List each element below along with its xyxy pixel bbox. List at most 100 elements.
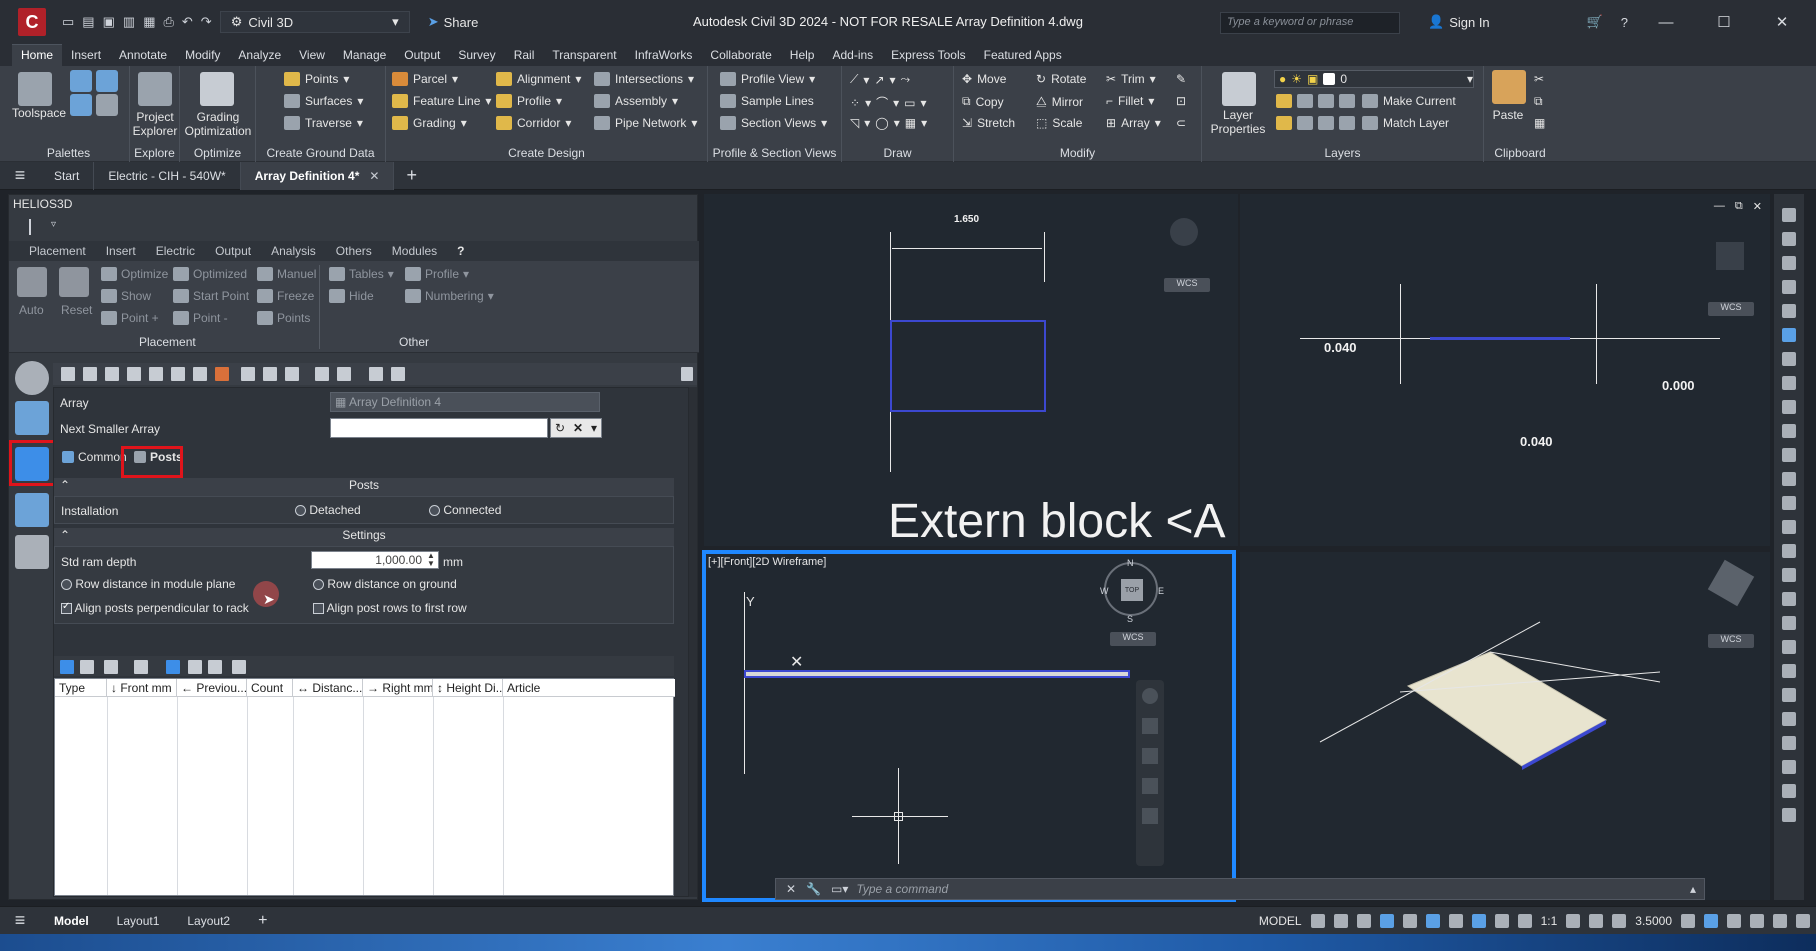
- project-explorer-label[interactable]: Project Explorer: [130, 110, 180, 138]
- mirror-button[interactable]: ⧋ Mirror: [1036, 94, 1083, 109]
- row-distance-module-option[interactable]: Row distance in module plane: [61, 577, 235, 591]
- points-button[interactable]: Points ▾: [284, 72, 349, 86]
- auto-label[interactable]: Auto: [19, 303, 44, 317]
- hamburger-menu-icon[interactable]: ≡: [0, 165, 40, 186]
- optimize-button[interactable]: Optimize: [101, 267, 168, 281]
- tool-icon[interactable]: [1782, 328, 1796, 342]
- tool-icon[interactable]: [1782, 208, 1796, 222]
- move-button[interactable]: ✥ Move: [962, 72, 1006, 86]
- column-article[interactable]: Article: [503, 679, 675, 697]
- start-point-button[interactable]: Start Point: [173, 289, 249, 303]
- open-doc-icon[interactable]: [83, 367, 97, 381]
- database-alt-icon[interactable]: [391, 367, 405, 381]
- palette-tab-others[interactable]: Others: [326, 244, 382, 258]
- point-plus-button[interactable]: Point +: [101, 311, 159, 325]
- tool-icon[interactable]: [1782, 256, 1796, 270]
- layer-dropdown[interactable]: ● ☀ ▣ 0 ▾: [1274, 70, 1474, 88]
- tab-add-ins[interactable]: Add-ins: [823, 45, 882, 66]
- customization-icon[interactable]: [1796, 914, 1810, 928]
- column-front-mm[interactable]: ↓ Front mm: [107, 679, 177, 697]
- match-properties-tool[interactable]: ▦: [1534, 116, 1545, 130]
- tool-icon[interactable]: [1782, 568, 1796, 582]
- tab-start[interactable]: Start: [40, 161, 95, 190]
- viewport-bottom-right[interactable]: WCS: [1240, 552, 1770, 900]
- tab-express-tools[interactable]: Express Tools: [882, 45, 974, 66]
- app-logo[interactable]: C: [18, 8, 46, 36]
- point-minus-button[interactable]: Point -: [173, 311, 228, 325]
- tab-layout1[interactable]: Layout1: [103, 914, 174, 928]
- settings-gear-icon[interactable]: [15, 361, 49, 395]
- close-button[interactable]: ✕: [1762, 13, 1802, 31]
- annotation-visibility-icon[interactable]: [1471, 914, 1486, 928]
- explode-tool[interactable]: ⊡: [1176, 94, 1186, 108]
- tool-icon[interactable]: [1782, 688, 1796, 702]
- ortho-icon[interactable]: [1356, 914, 1371, 928]
- viewport-minimize-icon[interactable]: —: [1714, 200, 1725, 213]
- customize-command-icon[interactable]: 🔧: [806, 882, 821, 896]
- tool-icon[interactable]: [1782, 424, 1796, 438]
- feature-line-button[interactable]: Feature Line ▾: [392, 94, 491, 108]
- refresh-icon[interactable]: ↻: [555, 421, 565, 435]
- palette-menu-icon[interactable]: ▿: [51, 219, 56, 230]
- save-as-icon[interactable]: ▥: [123, 14, 135, 30]
- tool-icon[interactable]: [1782, 664, 1796, 678]
- edit-doc-icon[interactable]: [105, 367, 119, 381]
- tab-view[interactable]: View: [290, 45, 334, 66]
- grid-icon[interactable]: [1310, 914, 1325, 928]
- offset-tool[interactable]: ⊂: [1176, 116, 1186, 130]
- viewcube-icon[interactable]: [1170, 218, 1198, 246]
- save-def-icon[interactable]: [193, 367, 207, 381]
- model-space-button[interactable]: MODEL: [1259, 914, 1302, 928]
- tool-icon[interactable]: [1782, 736, 1796, 750]
- std-ram-depth-input[interactable]: 1,000.00: [311, 551, 439, 569]
- array-select[interactable]: ▦ Array Definition 4: [330, 392, 600, 412]
- auto-icon[interactable]: [17, 267, 47, 297]
- reset-label[interactable]: Reset: [61, 303, 92, 317]
- maximize-button[interactable]: ☐: [1704, 13, 1744, 31]
- undo-icon[interactable]: ↶: [182, 14, 193, 30]
- workspace-switch-icon[interactable]: [1566, 914, 1581, 928]
- tool-icon[interactable]: [1782, 448, 1796, 462]
- tool-icon[interactable]: [1782, 544, 1796, 558]
- points-button[interactable]: Points: [257, 311, 310, 325]
- tab-infraworks[interactable]: InfraWorks: [626, 45, 702, 66]
- match-layer-button[interactable]: Match Layer: [1362, 116, 1449, 130]
- edit-props-icon[interactable]: [263, 367, 277, 381]
- palette-tab-modules[interactable]: Modules: [382, 244, 447, 258]
- align-post-rows-option[interactable]: Align post rows to first row: [313, 601, 467, 615]
- tab-output[interactable]: Output: [395, 45, 449, 66]
- export-icon[interactable]: [149, 367, 163, 381]
- save-icon[interactable]: ▣: [103, 14, 115, 30]
- column-distance[interactable]: ↔ Distanc...: [293, 679, 363, 697]
- module-rectangle[interactable]: [890, 320, 1046, 412]
- table-export-icon[interactable]: [208, 660, 222, 674]
- tab-array-definition[interactable]: Array Definition 4* ✕: [240, 161, 395, 190]
- paste-icon[interactable]: [1492, 70, 1526, 104]
- freeze-button[interactable]: Freeze: [257, 289, 314, 303]
- sign-in-button[interactable]: 👤 Sign In: [1428, 14, 1490, 30]
- tool-icon[interactable]: [1782, 808, 1796, 822]
- tools-icon[interactable]: [15, 535, 49, 569]
- publish-icon[interactable]: ▦: [143, 14, 155, 30]
- palette-tab-placement[interactable]: Placement: [19, 244, 96, 258]
- column-type[interactable]: Type: [55, 679, 107, 697]
- viewport-restore-icon[interactable]: ⧉: [1735, 200, 1743, 213]
- tab-insert[interactable]: Insert: [62, 45, 110, 66]
- array-button[interactable]: ⊞ Array ▾: [1106, 116, 1161, 130]
- tool-icon[interactable]: [1782, 232, 1796, 246]
- command-history-icon[interactable]: ▭▾: [831, 882, 848, 896]
- lock-ui-icon[interactable]: [1704, 914, 1718, 928]
- profile-palette-button[interactable]: Profile ▾: [405, 267, 469, 281]
- share-button[interactable]: ➤ Share: [428, 14, 479, 30]
- connected-option[interactable]: Connected: [429, 503, 501, 517]
- posts-section-header[interactable]: ⌃ Posts: [54, 478, 674, 496]
- tool-icon[interactable]: [1782, 376, 1796, 390]
- make-current-button[interactable]: Make Current: [1362, 94, 1456, 108]
- table-columns-icon[interactable]: [166, 660, 180, 674]
- copy-button[interactable]: ⧉ Copy: [962, 94, 1004, 109]
- print-icon[interactable]: ⎙: [163, 14, 173, 30]
- clean-screen-icon[interactable]: [1773, 914, 1787, 928]
- graphics-performance-icon[interactable]: [1750, 914, 1764, 928]
- wcs-button[interactable]: WCS: [1708, 302, 1754, 316]
- subtab-common[interactable]: Common: [62, 450, 127, 464]
